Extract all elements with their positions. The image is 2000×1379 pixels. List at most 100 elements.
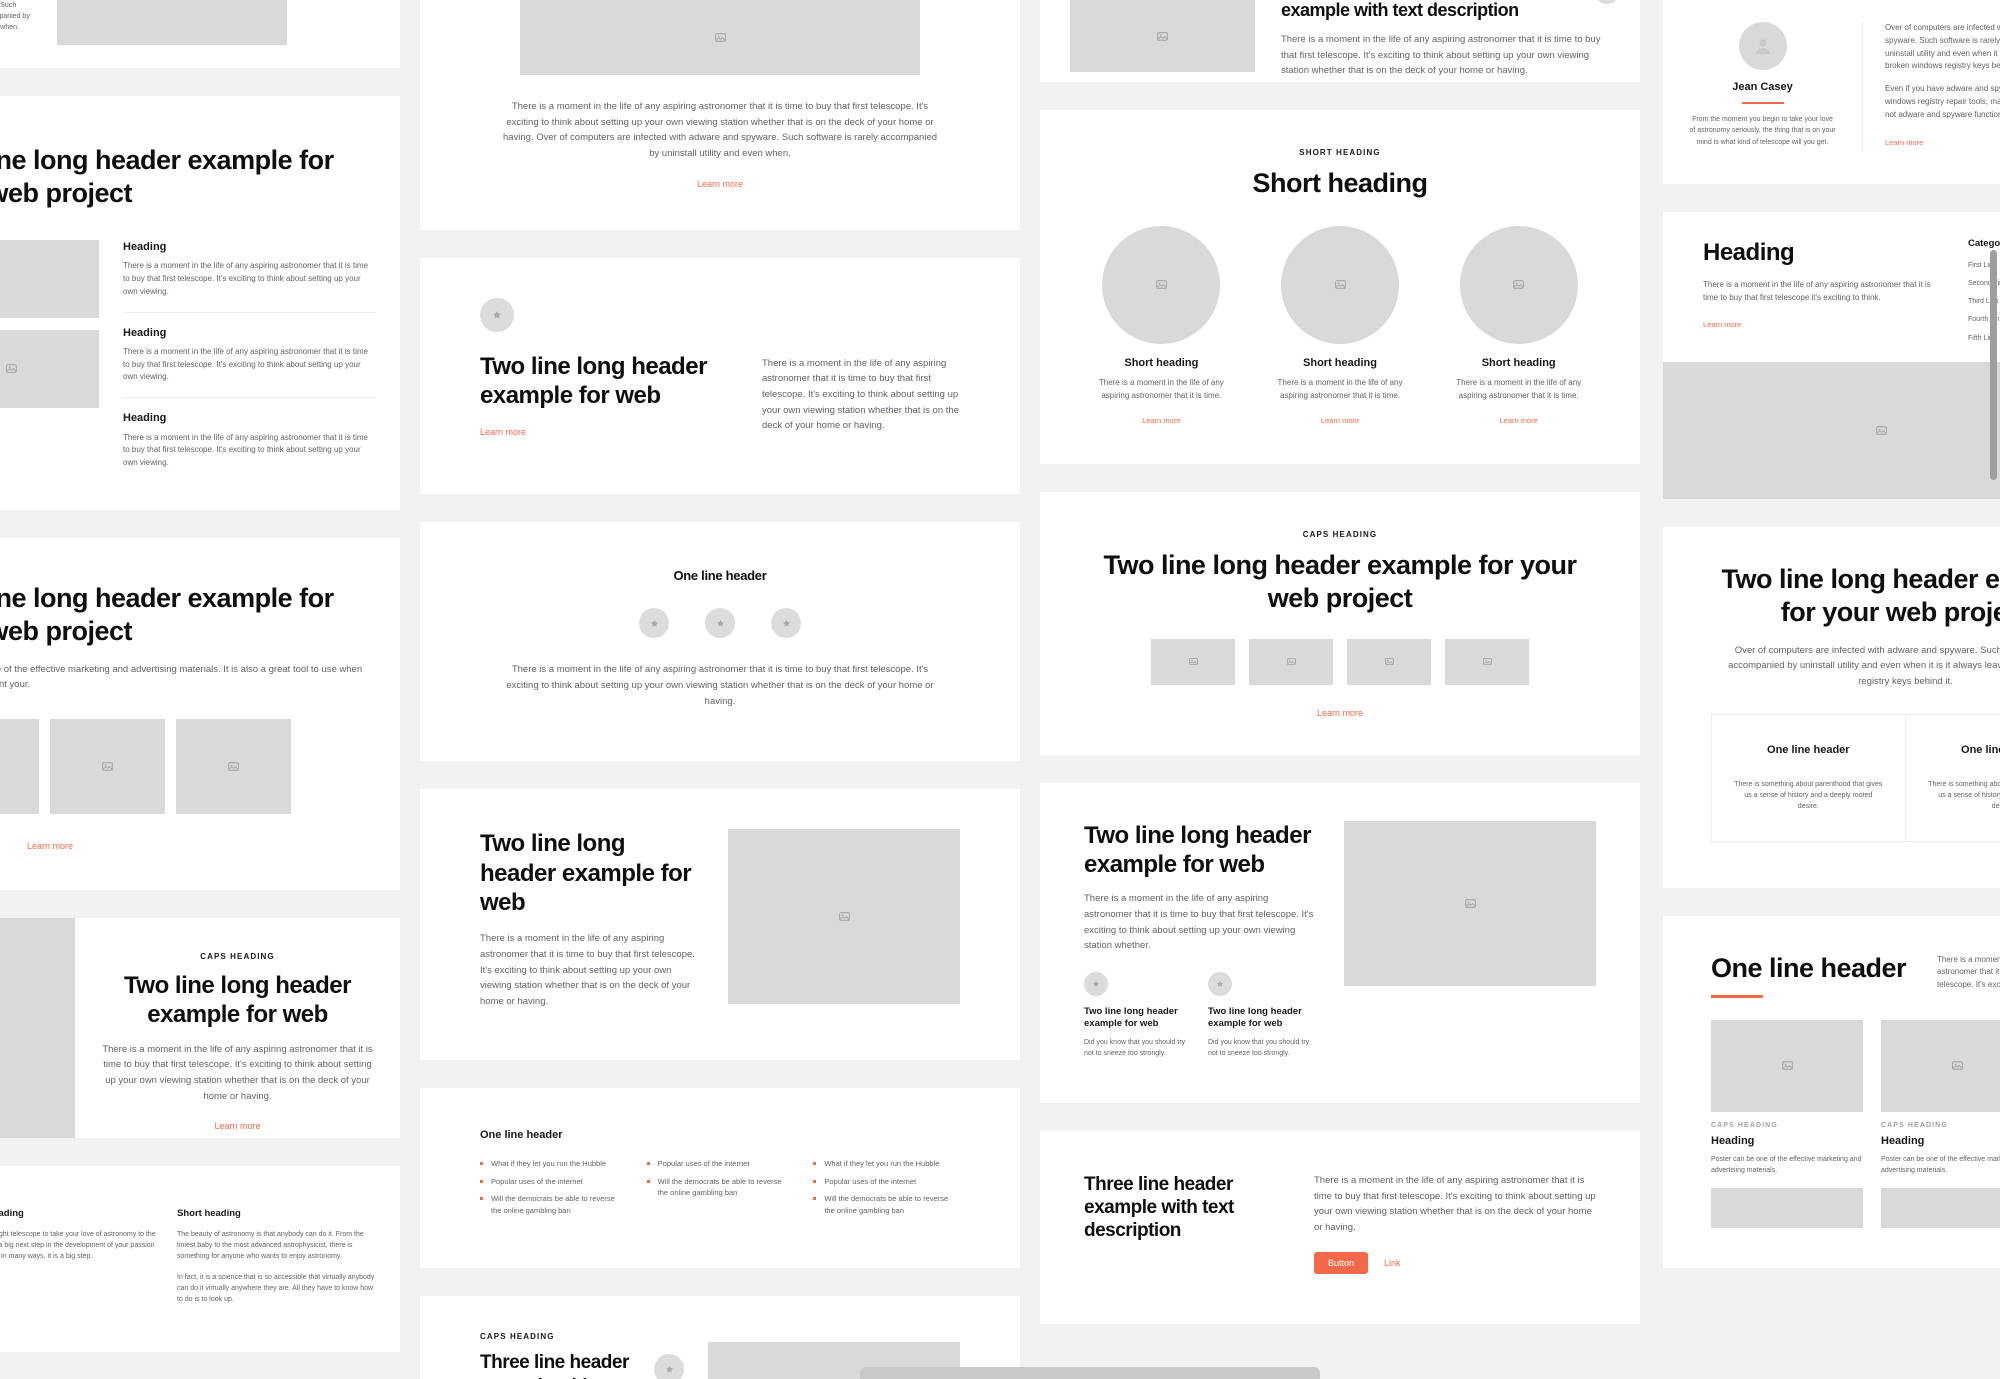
card-image-text: example with text description There is a…: [1040, 0, 1640, 82]
column-2: There is a moment in the life of any asp…: [420, 0, 1020, 1379]
image-placeholder-icon: [1344, 820, 1596, 986]
boxes-title: Two line long header example for your we…: [1721, 563, 2000, 627]
caps-heading: CAPS HEADING: [480, 1332, 555, 1342]
circle-card-body: There is a moment in the life of any asp…: [1098, 378, 1224, 401]
learn-more-link[interactable]: Learn more: [1142, 416, 1180, 425]
testimonial-name: Jean Casey: [1732, 81, 1793, 93]
accent-rule: [1741, 102, 1784, 105]
horizontal-scrollbar[interactable]: [860, 1367, 1320, 1379]
text-image-title: Two line long header example for web: [480, 830, 692, 917]
list-item[interactable]: Popular uses of the internet: [480, 1176, 627, 1188]
learn-more-link[interactable]: Learn more: [214, 1121, 260, 1131]
image-placeholder-icon: [1070, 0, 1255, 72]
list-item[interactable]: Popular uses of the internet: [646, 1158, 794, 1170]
cta-button[interactable]: Button: [1314, 1251, 1369, 1274]
text-column: Short heading The beauty of astronomy is…: [177, 1208, 376, 1305]
card-gallery: Two line long header example for your we…: [0, 537, 400, 891]
cta-title: Three line header example with text desc…: [1084, 1173, 1234, 1242]
page-title: Two line long header example for your we…: [0, 145, 334, 208]
caps-heading: CAPS HEADING: [1302, 529, 1378, 539]
image-placeholder-icon: [0, 239, 99, 318]
lists-title: One line header: [480, 1128, 563, 1141]
column-heading: Short heading: [0, 1208, 24, 1220]
grid-card-body: Poster can be one of the effective marke…: [1711, 1155, 1862, 1175]
list-item[interactable]: What if they let you run the Hubble: [813, 1158, 960, 1170]
cta-body: There is a moment in the life of any asp…: [1314, 1174, 1596, 1233]
box-body: There is something about parenthood that…: [1928, 781, 2000, 811]
circle-card: Short heading There is a moment in the l…: [1441, 225, 1596, 428]
learn-more-link[interactable]: Learn more: [697, 179, 743, 189]
image-text-title: example with text description: [1281, 0, 1519, 20]
hero-body: There is a moment in the life of any asp…: [502, 101, 938, 160]
box-item: One line header There is something about…: [1905, 713, 2000, 842]
card-features: Two line long header example for your we…: [0, 96, 400, 510]
image-placeholder-icon: [1711, 1019, 1863, 1112]
learn-more-link[interactable]: Learn more: [1703, 320, 1741, 329]
column-heading: Short heading: [177, 1208, 241, 1220]
feature-body: There is a moment in the life of any asp…: [123, 261, 368, 296]
image-placeholder-icon: [1881, 1019, 2000, 1112]
list-column: Popular uses of the internet Will the de…: [646, 1158, 794, 1223]
icon-split-title: Two line long header example for web: [480, 352, 707, 409]
learn-more-link[interactable]: Learn more: [1885, 138, 1923, 147]
icon-split-body: There is a moment in the life of any asp…: [762, 357, 959, 432]
circle-card-heading: Short heading: [1124, 356, 1199, 369]
list-item[interactable]: Will the democrats be able to reverse th…: [813, 1193, 960, 1216]
features-body: There is a moment in the life of any asp…: [1084, 893, 1314, 952]
card-hero-image: There is a moment in the life of any asp…: [420, 0, 1020, 230]
grid-title: One line header: [1711, 952, 1907, 983]
image-placeholder-icon: [1459, 225, 1578, 344]
caps-heading: SHORT HEADING: [1299, 148, 1381, 157]
learn-more-link[interactable]: Learn more: [480, 427, 526, 437]
feature-body: There is a moment in the life of any asp…: [123, 346, 368, 382]
learn-more-link[interactable]: Learn more: [1321, 416, 1359, 425]
card-three-circles: One line header There is a moment in the…: [420, 522, 1020, 762]
box-heading: One line header: [1767, 743, 1850, 756]
star-icon: [1208, 971, 1232, 996]
caps-heading: CAPS HEADING: [1881, 1121, 1948, 1129]
image-placeholder-icon: [1711, 1188, 1863, 1229]
list-item[interactable]: Will the democrats be able to reverse th…: [646, 1176, 794, 1199]
star-icon: [1084, 971, 1108, 996]
list-item[interactable]: What if they let you run the Hubble: [480, 1158, 627, 1170]
column-body: The beauty of astronomy is that anybody …: [177, 1230, 364, 1260]
circles-title: One line header: [673, 568, 767, 584]
card-grid: One line header There is a moment in the…: [1663, 915, 2000, 1269]
card-testimonial: Jean Casey From the moment you begin to …: [1663, 0, 2000, 184]
learn-more-link[interactable]: Learn more: [1317, 708, 1363, 718]
list-item[interactable]: Will the democrats be able to reverse th…: [480, 1193, 627, 1216]
divider: [123, 397, 376, 399]
vertical-scrollbar[interactable]: [1990, 250, 1997, 480]
circle-card: Short heading There is a moment in the l…: [1263, 225, 1418, 428]
box-heading: One line header: [1961, 743, 2000, 756]
star-icon: [705, 608, 735, 639]
categories-body: There is a moment in the life of any asp…: [1703, 279, 1931, 302]
testimonial-para: Even if you have adware and spyware remo…: [1885, 84, 2000, 119]
list-item[interactable]: Popular uses of the internet: [813, 1176, 960, 1188]
image-placeholder-icon: [1347, 638, 1431, 685]
feature-heading: Heading: [123, 326, 167, 339]
grid-body: There is a moment in the life of any asp…: [1937, 954, 2000, 990]
learn-more-link[interactable]: Learn more: [27, 841, 73, 851]
image-placeholder-icon: [1445, 638, 1529, 685]
boxes-body: Over of computers are infected with adwa…: [1728, 644, 2000, 688]
feature-item: Two line long header example for web Did…: [1208, 971, 1316, 1059]
image-placeholder-icon: [1102, 225, 1221, 344]
categories-sidebar-title: Categories: [1968, 237, 2000, 249]
column-body: In fact, it is a science that is so acce…: [177, 1274, 375, 1304]
cta-link[interactable]: Link: [1384, 1258, 1401, 1268]
learn-more-link[interactable]: Learn more: [1500, 416, 1538, 425]
image-placeholder-icon: [1663, 361, 2000, 499]
card-top-clip: th adware and spyware. Such software is …: [0, 0, 400, 68]
feature-heading: Two line long header example for web: [1084, 1005, 1178, 1030]
image-placeholder-icon: [176, 719, 291, 815]
column-3: example with text description There is a…: [1040, 0, 1640, 1324]
circle-card: Short heading There is a moment in the l…: [1084, 225, 1239, 428]
text-column: Short heading Buying the right telescope…: [0, 1208, 159, 1305]
feature-body: Did you know that you should try not to …: [1208, 1038, 1310, 1057]
avatar-icon: [1738, 22, 1787, 70]
star-icon: [654, 1354, 684, 1379]
card-two-column-text: ion Short heading Buying the right teles…: [0, 1166, 400, 1352]
image-placeholder-icon: [1249, 638, 1333, 685]
feature-body: Did you know that you should try not to …: [1084, 1038, 1186, 1057]
